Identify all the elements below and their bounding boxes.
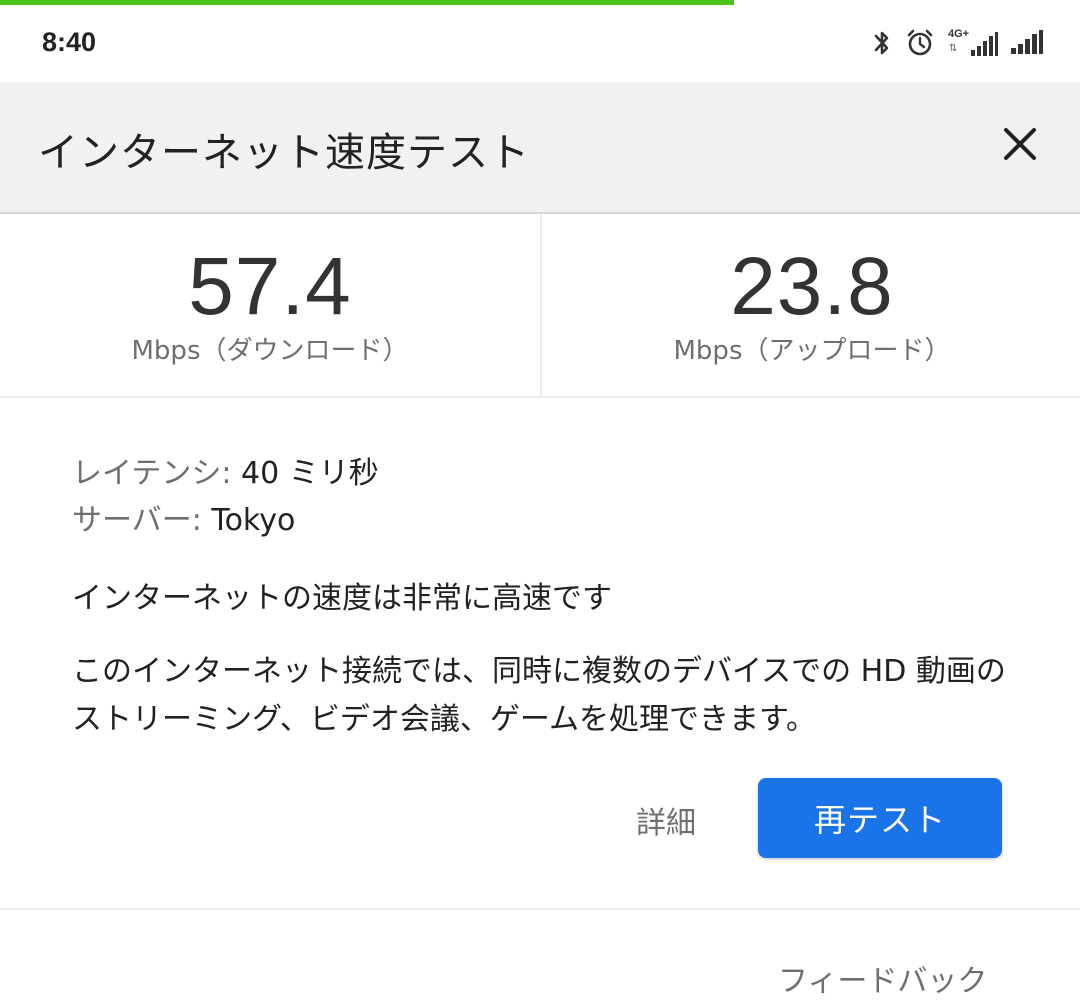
latency-line: レイテンシ: 40 ミリ秒: [72, 448, 379, 492]
server-key: サーバー:: [72, 503, 202, 538]
upload-speed-value: 23.8: [730, 241, 894, 332]
status-time: 8:40: [42, 27, 97, 57]
latency-value: 40 ミリ秒: [231, 456, 379, 491]
page-title: インターネット速度テスト: [38, 130, 530, 176]
result-details: レイテンシ: 40 ミリ秒 サーバー: Tokyo インターネットの速度は非常に…: [0, 398, 1080, 908]
signal-icon: [970, 32, 998, 58]
server-value: Tokyo: [201, 503, 296, 538]
network-type-indicator: 4G+ ⇅: [948, 28, 970, 58]
bluetooth-icon: [872, 28, 892, 58]
close-button[interactable]: [998, 122, 1042, 166]
retest-button[interactable]: 再テスト: [758, 778, 1002, 858]
status-bar: 8:40 4G+ ⇅: [0, 5, 1080, 82]
close-icon: [998, 122, 1042, 166]
latency-key: レイテンシ:: [72, 456, 232, 491]
mobile-signal-group: 4G+ ⇅: [948, 28, 998, 58]
data-activity-icon: ⇅: [949, 43, 958, 54]
signal-icon: [1010, 30, 1044, 56]
download-speed-value: 57.4: [188, 241, 352, 332]
server-line: サーバー: Tokyo: [72, 495, 295, 539]
upload-speed-label: Mbps（アップロード）: [673, 336, 951, 366]
download-result: 57.4 Mbps（ダウンロード）: [0, 214, 540, 396]
status-icons: 4G+ ⇅: [872, 23, 1044, 63]
upload-result: 23.8 Mbps（アップロード）: [542, 214, 1080, 396]
download-speed-label: Mbps（ダウンロード）: [131, 336, 409, 366]
alarm-icon: [904, 27, 936, 59]
speed-results: 57.4 Mbps（ダウンロード） 23.8 Mbps（アップロード）: [0, 214, 1080, 398]
details-button[interactable]: 詳細: [636, 798, 696, 842]
speed-description: このインターネット接続では、同時に複数のデバイスでの HD 動画のストリーミング…: [72, 654, 1006, 737]
speed-verdict: インターネットの速度は非常に高速です: [72, 581, 612, 616]
app-bar: インターネット速度テスト: [0, 82, 1080, 214]
feedback-link[interactable]: フィードバック: [778, 956, 987, 1000]
network-type-label: 4G+: [948, 28, 970, 40]
footer-divider: [0, 908, 1080, 910]
